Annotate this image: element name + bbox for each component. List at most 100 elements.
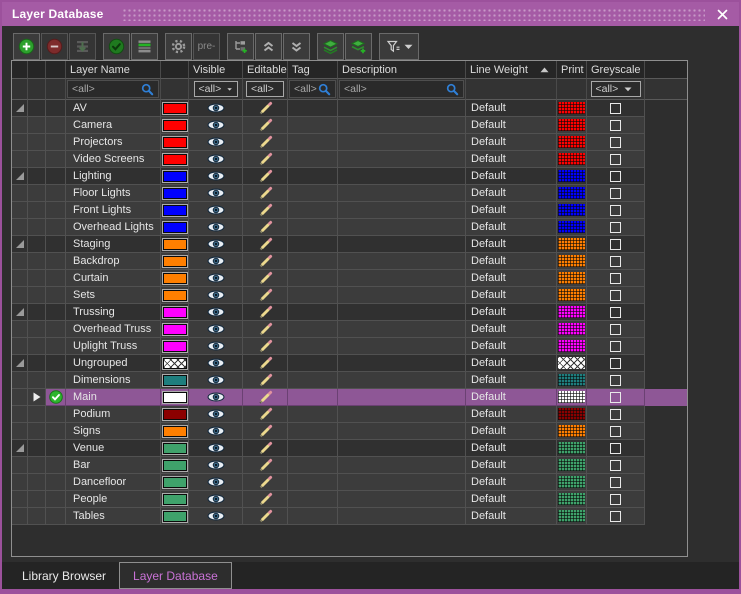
filter-visible[interactable]: <all> [189, 79, 243, 100]
description-cell[interactable] [338, 100, 466, 117]
layer-name-cell[interactable]: Signs [66, 423, 161, 440]
table-row[interactable]: Venue Default [12, 440, 687, 457]
layer-color-cell[interactable] [161, 202, 189, 219]
layer-name-cell[interactable]: Venue [66, 440, 161, 457]
greyscale-cell[interactable] [587, 304, 645, 321]
eye-icon[interactable] [207, 375, 225, 385]
eye-icon[interactable] [207, 409, 225, 419]
line-weight-cell[interactable]: Default [466, 168, 557, 185]
pencil-icon[interactable] [258, 101, 273, 116]
remove-layer-button[interactable] [41, 33, 68, 60]
visible-cell[interactable] [189, 321, 243, 338]
eye-icon[interactable] [207, 426, 225, 436]
layer-color-cell[interactable] [161, 117, 189, 134]
greyscale-checkbox[interactable] [610, 460, 621, 471]
print-swatch[interactable] [558, 187, 585, 199]
greyscale-cell[interactable] [587, 134, 645, 151]
layer-name-cell[interactable]: Staging [66, 236, 161, 253]
greyscale-checkbox[interactable] [610, 494, 621, 505]
eye-icon[interactable] [207, 103, 225, 113]
tag-cell[interactable] [288, 287, 338, 304]
header-line-weight[interactable]: Line Weight [466, 61, 557, 79]
visible-cell[interactable] [189, 287, 243, 304]
eye-icon[interactable] [207, 171, 225, 181]
visible-cell[interactable] [189, 117, 243, 134]
expand-cell[interactable] [12, 185, 28, 202]
expand-cell[interactable] [12, 219, 28, 236]
print-swatch[interactable] [558, 459, 585, 471]
greyscale-cell[interactable] [587, 321, 645, 338]
expand-cell[interactable] [12, 253, 28, 270]
visible-cell[interactable] [189, 151, 243, 168]
prefix-button[interactable]: pre- [193, 33, 220, 60]
color-swatch[interactable] [163, 137, 187, 148]
pencil-icon[interactable] [258, 441, 273, 456]
layer-color-cell[interactable] [161, 372, 189, 389]
editable-cell[interactable] [243, 338, 288, 355]
description-cell[interactable] [338, 406, 466, 423]
collapse-all-button[interactable] [255, 33, 282, 60]
print-cell[interactable] [557, 287, 587, 304]
eye-icon[interactable] [207, 205, 225, 215]
tag-cell[interactable] [288, 457, 338, 474]
layer-name-cell[interactable]: Uplight Truss [66, 338, 161, 355]
greyscale-cell[interactable] [587, 355, 645, 372]
greyscale-cell[interactable] [587, 117, 645, 134]
eye-icon[interactable] [207, 290, 225, 300]
table-row[interactable]: People Default [12, 491, 687, 508]
filter-button[interactable] [379, 33, 419, 60]
line-weight-cell[interactable]: Default [466, 338, 557, 355]
print-cell[interactable] [557, 219, 587, 236]
expand-cell[interactable] [12, 338, 28, 355]
greyscale-cell[interactable] [587, 508, 645, 525]
visible-cell[interactable] [189, 440, 243, 457]
eye-icon[interactable] [207, 273, 225, 283]
table-row[interactable]: Sets Default [12, 287, 687, 304]
print-swatch[interactable] [558, 306, 585, 318]
greyscale-checkbox[interactable] [610, 443, 621, 454]
print-swatch[interactable] [558, 153, 585, 165]
print-cell[interactable] [557, 491, 587, 508]
table-row[interactable]: Backdrop Default [12, 253, 687, 270]
color-swatch[interactable] [163, 358, 187, 369]
search-icon[interactable] [141, 83, 154, 96]
expand-cell[interactable] [12, 304, 28, 321]
line-weight-cell[interactable]: Default [466, 117, 557, 134]
expand-cell[interactable] [12, 117, 28, 134]
description-cell[interactable] [338, 440, 466, 457]
greyscale-cell[interactable] [587, 423, 645, 440]
layer-name-cell[interactable]: Tables [66, 508, 161, 525]
add-layer-button[interactable] [13, 33, 40, 60]
layer-color-cell[interactable] [161, 508, 189, 525]
print-cell[interactable] [557, 185, 587, 202]
pencil-icon[interactable] [258, 339, 273, 354]
greyscale-cell[interactable] [587, 457, 645, 474]
pencil-icon[interactable] [258, 424, 273, 439]
greyscale-cell[interactable] [587, 491, 645, 508]
eye-icon[interactable] [207, 494, 225, 504]
description-cell[interactable] [338, 355, 466, 372]
pencil-icon[interactable] [258, 203, 273, 218]
expand-icon[interactable] [15, 103, 25, 113]
layer-color-cell[interactable] [161, 389, 189, 406]
table-row[interactable]: Tables Default [12, 508, 687, 525]
expand-cell[interactable] [12, 423, 28, 440]
greyscale-checkbox[interactable] [610, 477, 621, 488]
print-swatch[interactable] [558, 272, 585, 284]
layer-color-cell[interactable] [161, 270, 189, 287]
expand-cell[interactable] [12, 321, 28, 338]
visible-cell[interactable] [189, 389, 243, 406]
editable-cell[interactable] [243, 185, 288, 202]
print-swatch[interactable] [558, 374, 585, 386]
color-swatch[interactable] [163, 103, 187, 114]
tab-library-browser[interactable]: Library Browser [9, 562, 119, 589]
print-swatch[interactable] [558, 391, 585, 403]
layer-color-cell[interactable] [161, 236, 189, 253]
description-cell[interactable] [338, 168, 466, 185]
color-swatch[interactable] [163, 273, 187, 284]
assign-to-layer-button[interactable] [69, 33, 96, 60]
eye-icon[interactable] [207, 154, 225, 164]
editable-cell[interactable] [243, 270, 288, 287]
description-cell[interactable] [338, 185, 466, 202]
greyscale-cell[interactable] [587, 440, 645, 457]
